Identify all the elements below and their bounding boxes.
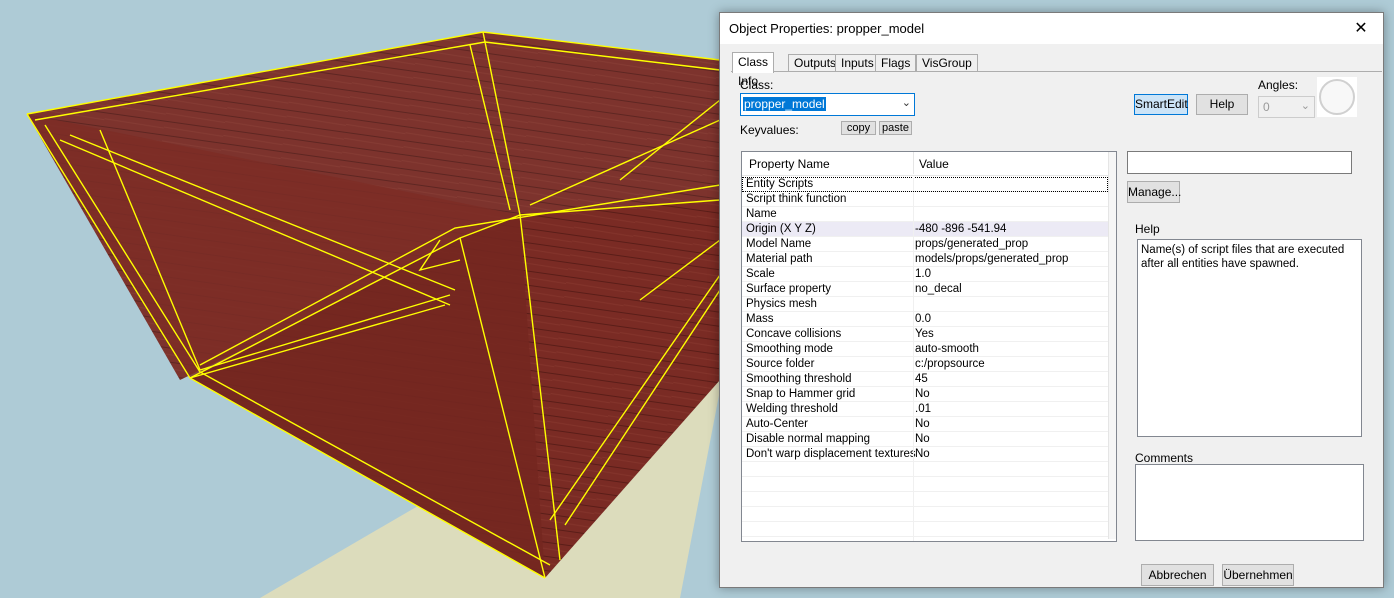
help-button[interactable]: Help (1196, 94, 1248, 115)
property-value-cell: -480 -896 -541.94 (915, 223, 1007, 235)
angles-dial[interactable] (1317, 77, 1357, 117)
property-name-cell: Mass (746, 313, 774, 325)
table-row[interactable]: Smoothing threshold 45 (742, 372, 1108, 387)
empty-row (742, 537, 1108, 541)
table-row[interactable]: Welding threshold .01 (742, 402, 1108, 417)
property-name-cell: Welding threshold (746, 403, 838, 415)
column-header-value[interactable]: Value (919, 157, 949, 171)
chevron-down-icon: ⌄ (1300, 100, 1310, 112)
list-rows: Entity Scripts Script think function Name O… (742, 177, 1108, 541)
table-row[interactable]: Don't warp displacement textures No (742, 447, 1108, 462)
property-name-cell: Auto-Center (746, 418, 809, 430)
close-icon[interactable]: ✕ (1339, 13, 1383, 44)
class-combobox[interactable]: propper_model ⌄ (740, 93, 915, 116)
comments-textarea[interactable] (1135, 464, 1364, 541)
tab-class-info[interactable]: Class Info (732, 52, 775, 88)
property-name-cell: Script think function (746, 193, 847, 205)
keyvalues-label: Keyvalues: (740, 123, 799, 137)
keyvalues-list[interactable]: Property Name Value Entity Scripts Script… (741, 151, 1117, 542)
property-value-cell: 45 (915, 373, 928, 385)
property-name-cell: Origin (X Y Z) (746, 223, 816, 235)
title-bar[interactable]: Object Properties: propper_model ✕ (720, 13, 1383, 44)
table-row[interactable]: Disable normal mapping No (742, 432, 1108, 447)
property-value-cell: models/props/generated_prop (915, 253, 1069, 265)
tab-outputs[interactable]: Outputs (788, 54, 843, 72)
property-name-cell: Source folder (746, 358, 815, 370)
property-name-cell: Smoothing threshold (746, 373, 852, 385)
table-row[interactable]: Source folder c:/propsource (742, 357, 1108, 372)
angles-value: 0 (1263, 100, 1270, 114)
table-row[interactable]: Mass 0.0 (742, 312, 1108, 327)
table-row[interactable]: Smoothing mode auto-smooth (742, 342, 1108, 357)
apply-button[interactable]: Übernehmen (1222, 564, 1294, 586)
property-value-cell: No (915, 433, 930, 445)
value-field[interactable] (1127, 151, 1352, 174)
empty-row (742, 477, 1108, 492)
list-header: Property Name Value (742, 152, 1108, 176)
property-value-cell: 1.0 (915, 268, 931, 280)
column-header-property[interactable]: Property Name (749, 157, 830, 171)
help-label: Help (1135, 222, 1160, 236)
empty-row (742, 492, 1108, 507)
property-name-cell: Smoothing mode (746, 343, 833, 355)
property-name-cell: Disable normal mapping (746, 433, 871, 445)
property-value-cell: no_decal (915, 283, 962, 295)
object-properties-dialog: Object Properties: propper_model ✕ Class… (719, 12, 1384, 588)
table-row[interactable]: Name (742, 207, 1108, 222)
window-title: Object Properties: propper_model (729, 21, 925, 36)
copy-button[interactable]: copy (841, 121, 876, 135)
chevron-down-icon: ⌄ (901, 97, 911, 109)
property-name-cell: Name (746, 208, 777, 220)
property-value-cell: 0.0 (915, 313, 931, 325)
paste-button[interactable]: paste (879, 121, 912, 135)
help-text: Name(s) of script files that are execute… (1141, 244, 1345, 270)
angles-label: Angles: (1258, 78, 1299, 92)
property-name-cell: Model Name (746, 238, 812, 250)
property-value-cell: auto-smooth (915, 343, 979, 355)
class-value: propper_model (743, 97, 826, 111)
empty-row (742, 522, 1108, 537)
table-row[interactable]: Scale 1.0 (742, 267, 1108, 282)
help-text-box: Name(s) of script files that are execute… (1137, 239, 1362, 437)
comments-label: Comments (1135, 451, 1194, 465)
property-value-cell: Yes (915, 328, 934, 340)
table-row[interactable]: Model Name props/generated_prop (742, 237, 1108, 252)
table-row[interactable]: Concave collisions Yes (742, 327, 1108, 342)
property-value-cell: .01 (915, 403, 931, 415)
table-row[interactable]: Material path models/props/generated_prop (742, 252, 1108, 267)
property-value-cell: No (915, 448, 930, 460)
table-row[interactable]: Script think function (742, 192, 1108, 207)
table-row[interactable]: Auto-Center No (742, 417, 1108, 432)
property-name-cell: Material path (746, 253, 813, 265)
property-name-cell: Concave collisions (746, 328, 842, 340)
list-scrollbar[interactable] (1108, 152, 1116, 539)
manage-button[interactable]: Manage... (1127, 181, 1181, 203)
tab-visgroup[interactable]: VisGroup (916, 54, 978, 72)
property-name-cell: Don't warp displacement textures (746, 448, 916, 460)
property-name-cell: Entity Scripts (746, 178, 814, 190)
cancel-button[interactable]: Abbrechen (1141, 564, 1214, 586)
table-row[interactable]: Entity Scripts (742, 177, 1108, 192)
table-row[interactable]: Snap to Hammer grid No (742, 387, 1108, 402)
tab-inputs[interactable]: Inputs (835, 54, 880, 72)
property-name-cell: Scale (746, 268, 775, 280)
table-row[interactable]: Origin (X Y Z) -480 -896 -541.94 (742, 222, 1108, 237)
dial-ring-icon (1319, 79, 1355, 115)
property-value-cell: No (915, 388, 930, 400)
property-name-cell: Snap to Hammer grid (746, 388, 856, 400)
angles-combobox[interactable]: 0 ⌄ (1258, 96, 1315, 118)
property-value-cell: props/generated_prop (915, 238, 1029, 250)
property-name-cell: Surface property (746, 283, 832, 295)
tab-flags[interactable]: Flags (875, 54, 917, 72)
property-value-cell: c:/propsource (915, 358, 985, 370)
empty-row (742, 462, 1108, 477)
table-row[interactable]: Surface property no_decal (742, 282, 1108, 297)
smartedit-button[interactable]: SmartEdit (1134, 94, 1188, 115)
property-value-cell: No (915, 418, 930, 430)
empty-row (742, 507, 1108, 522)
table-row[interactable]: Physics mesh (742, 297, 1108, 312)
property-name-cell: Physics mesh (746, 298, 817, 310)
